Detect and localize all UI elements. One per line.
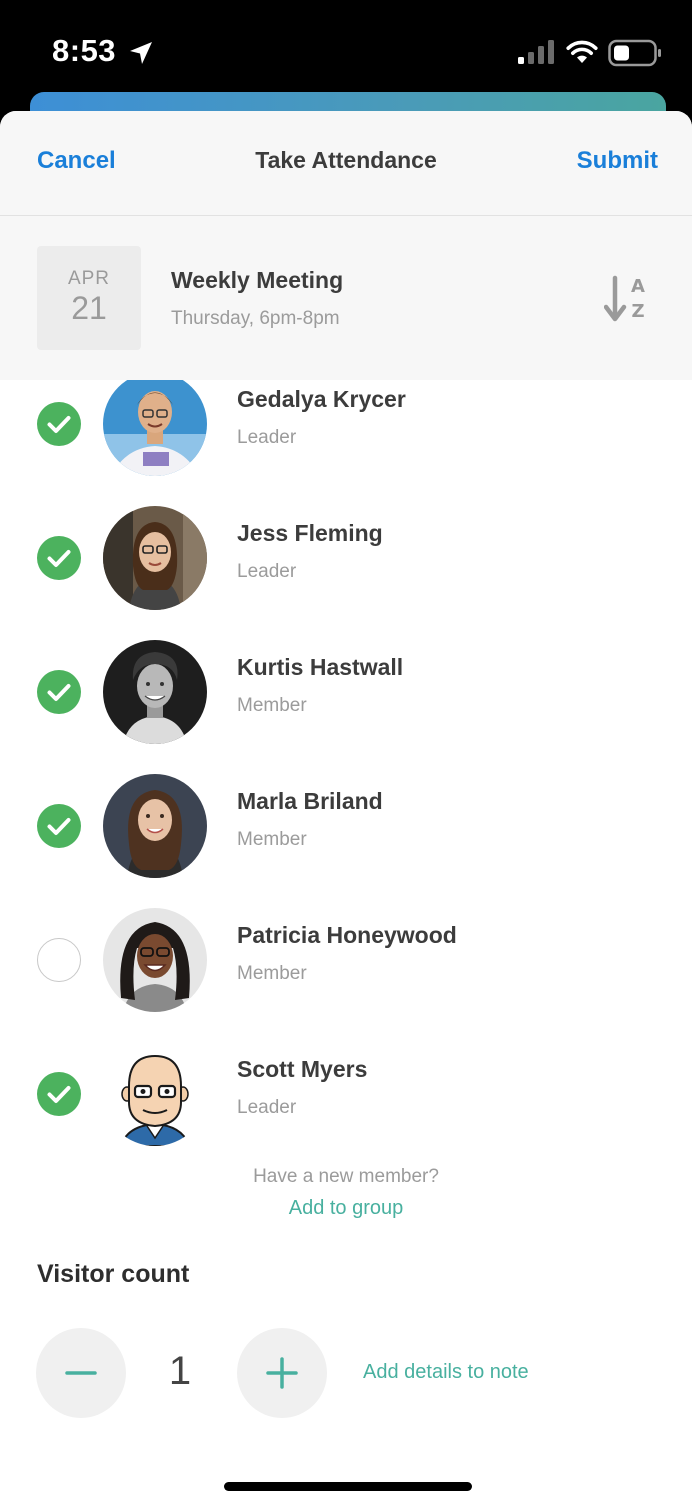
event-date: APR 21 (37, 246, 141, 350)
minus-icon (65, 1371, 97, 1375)
avatar (103, 908, 207, 1012)
battery-icon (608, 39, 661, 67)
attendance-checkbox-checked[interactable] (37, 402, 81, 446)
sort-a-z-icon[interactable]: A Z (604, 274, 650, 324)
attendance-checkbox-checked[interactable] (37, 1072, 81, 1116)
status-time: 8:53 (52, 33, 117, 68)
avatar (103, 380, 207, 476)
event-title: Weekly Meeting (171, 267, 344, 293)
plus-icon (266, 1357, 298, 1389)
svg-text:A: A (631, 276, 645, 297)
location-arrow-icon (130, 42, 152, 64)
event-date-month: APR (67, 268, 111, 289)
avatar (103, 640, 207, 744)
member-name: Gedalya Krycer (237, 386, 406, 412)
member-row[interactable]: Patricia Honeywood Member (0, 894, 692, 1028)
nav-bar: Cancel Take Attendance Submit (0, 111, 692, 216)
checkmark-icon (47, 1086, 71, 1103)
member-role: Member (237, 829, 307, 850)
event-schedule: Thursday, 6pm-8pm (171, 308, 340, 329)
member-row[interactable]: Marla Briland Member (0, 760, 692, 894)
home-indicator (224, 1482, 472, 1491)
add-to-group-link[interactable]: Add to group (0, 1197, 692, 1220)
member-name: Marla Briland (237, 788, 383, 814)
new-member-prompt: Have a new member? (253, 1166, 439, 1187)
event-header: APR 21 Weekly Meeting Thursday, 6pm-8pm … (0, 216, 692, 380)
member-name: Jess Fleming (237, 520, 383, 546)
attendance-sheet: Cancel Take Attendance Submit APR 21 Wee… (0, 111, 692, 1507)
checkmark-icon (47, 818, 71, 835)
member-role: Leader (237, 427, 297, 448)
cancel-button[interactable]: Cancel (37, 147, 116, 175)
member-role: Leader (237, 561, 297, 582)
member-row[interactable]: Kurtis Hastwall Member (0, 626, 692, 760)
status-bar: 8:53 (0, 0, 692, 100)
submit-button[interactable]: Submit (577, 147, 658, 175)
member-name: Patricia Honeywood (237, 922, 457, 948)
member-list: Gedalya Krycer Leader Jess Fleming Leade… (0, 380, 692, 1160)
event-date-day: 21 (71, 290, 107, 326)
attendance-checkbox-checked[interactable] (37, 804, 81, 848)
checkmark-icon (47, 416, 71, 433)
checkmark-icon (47, 684, 71, 701)
avatar (103, 1042, 207, 1146)
member-role: Member (237, 963, 307, 984)
wifi-icon (566, 40, 598, 63)
svg-text:Z: Z (631, 301, 644, 322)
attendance-checkbox-checked[interactable] (37, 536, 81, 580)
avatar (103, 506, 207, 610)
avatar (103, 774, 207, 878)
attendance-checkbox-checked[interactable] (37, 670, 81, 714)
increment-visitor-button[interactable] (237, 1328, 327, 1418)
member-name: Kurtis Hastwall (237, 654, 404, 680)
checkmark-icon (47, 550, 71, 567)
member-row[interactable]: Jess Fleming Leader (0, 492, 692, 626)
member-role: Leader (237, 1097, 297, 1118)
member-row[interactable]: Gedalya Krycer Leader (0, 380, 692, 492)
visitor-count-value: 1 (168, 1349, 192, 1393)
member-role: Member (237, 695, 307, 716)
cellular-signal-icon (518, 40, 554, 64)
attendance-checkbox-unchecked[interactable] (37, 938, 81, 982)
member-row[interactable]: Scott Myers Leader (0, 1028, 692, 1160)
decrement-visitor-button[interactable] (36, 1328, 126, 1418)
member-name: Scott Myers (237, 1056, 368, 1082)
add-details-link[interactable]: Add details to note (363, 1361, 529, 1384)
visitor-count-heading: Visitor count (37, 1260, 190, 1288)
